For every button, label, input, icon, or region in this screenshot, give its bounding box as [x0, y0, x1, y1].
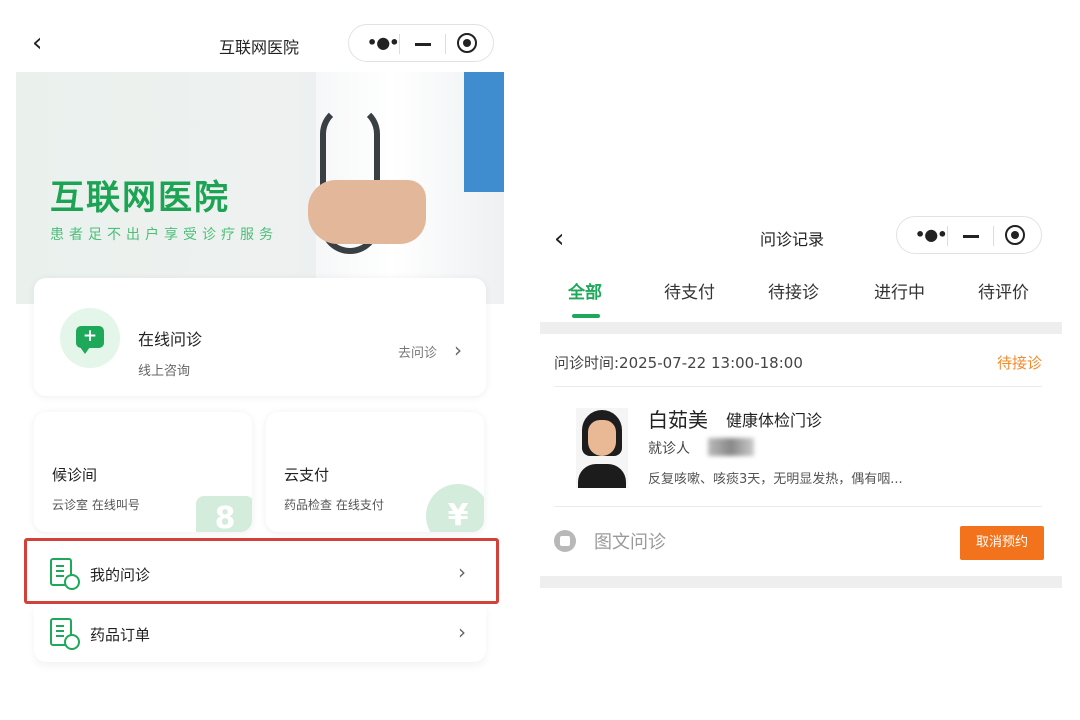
close-target-icon[interactable] [457, 33, 477, 53]
cloud-pay-card[interactable]: 云支付 药品检查 在线支付 ¥ [266, 412, 484, 532]
patient-avatar [576, 408, 628, 488]
tab-to-review[interactable]: 待评价 [978, 278, 1029, 303]
minimize-icon[interactable] [415, 43, 431, 46]
highlight-annotation-box [24, 538, 499, 604]
cloud-pay-subtitle: 药品检查 在线支付 [284, 498, 384, 512]
online-consult-card[interactable]: 在线问诊 线上咨询 去问诊 › [34, 278, 486, 396]
status-tabs: 全部 待支付 待接诊 进行中 待评价 [540, 278, 1062, 320]
consult-type-label: 图文问诊 [594, 532, 666, 553]
more-dots-icon[interactable]: •●• [367, 33, 399, 52]
symptom-summary: 反复咳嗽、咳痰3天，无明显发热，偶有咽... [648, 472, 903, 487]
tab-pending-payment[interactable]: 待支付 [664, 278, 715, 303]
banner-title: 互联网医院 [50, 178, 230, 218]
tab-awaiting-consult[interactable]: 待接诊 [768, 278, 819, 303]
section-divider [540, 322, 1062, 334]
department-name: 健康体检门诊 [726, 411, 823, 430]
waiting-room-card[interactable]: 候诊间 云诊室 在线叫号 8 [34, 412, 252, 532]
active-tab-indicator [572, 314, 600, 318]
chat-plus-icon [76, 325, 104, 354]
consult-subtitle: 线上咨询 [138, 364, 191, 379]
waiting-room-subtitle: 云诊室 在线叫号 [52, 498, 140, 512]
consult-time: 问诊时间:2025-07-22 13:00-18:00 [554, 354, 803, 372]
section-divider [540, 576, 1062, 588]
hero-banner: 互联网医院 患者足不出户享受诊疗服务 [16, 72, 504, 304]
right-phone-screen: ‹ 问诊记录 •●• 全部 待支付 待接诊 进行中 待评价 问诊时间:2025-… [540, 210, 1062, 600]
medicine-orders-label: 药品订单 [90, 626, 151, 644]
waiting-room-title: 候诊间 [52, 466, 98, 484]
close-target-icon[interactable] [1005, 225, 1025, 245]
more-dots-icon[interactable]: •●• [915, 225, 947, 244]
banner-subtitle: 患者足不出户享受诊疗服务 [50, 227, 278, 243]
back-chevron-icon[interactable]: ‹ [554, 224, 564, 254]
tab-all[interactable]: 全部 [568, 278, 602, 303]
cloud-pay-title: 云支付 [284, 466, 330, 484]
ticket-number-icon: 8 [196, 496, 252, 532]
cancel-appointment-button[interactable]: 取消预约 [960, 526, 1044, 560]
go-consult-link[interactable]: 去问诊 [398, 342, 437, 361]
status-badge: 待接诊 [996, 354, 1042, 372]
miniprogram-capsule: •●• [348, 24, 494, 62]
yuan-coin-icon: ¥ [426, 484, 484, 532]
miniprogram-capsule: •●• [896, 216, 1042, 254]
chevron-right-icon: › [458, 620, 466, 644]
chat-icon [554, 530, 576, 552]
doctor-name: 白茹美 [648, 408, 708, 432]
chevron-right-icon: › [454, 338, 462, 362]
consult-icon-wrap [60, 308, 120, 368]
visitor-label: 就诊人 [648, 441, 690, 457]
consult-title: 在线问诊 [138, 330, 203, 349]
minimize-icon[interactable] [963, 235, 979, 238]
left-nav-bar: ‹ 互联网医院 •●• [14, 14, 504, 72]
medicine-orders-row[interactable]: 药品订单 › [34, 604, 486, 662]
tab-in-progress[interactable]: 进行中 [874, 278, 925, 303]
medicine-clock-icon [50, 618, 80, 650]
redacted-visitor-name [708, 438, 754, 456]
page-title: 问诊记录 [760, 230, 825, 249]
